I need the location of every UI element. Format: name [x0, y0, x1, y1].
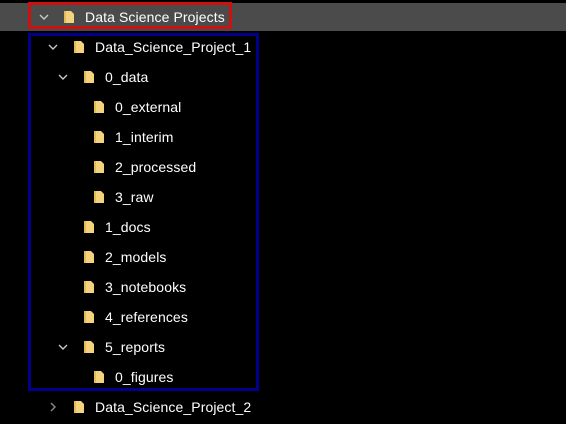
tree-item-0-external[interactable]: 0_external	[0, 94, 566, 120]
folder-icon	[92, 370, 106, 384]
chevron-right-icon[interactable]	[45, 394, 61, 420]
tree-item-label: Data_Science_Project_2	[95, 399, 252, 415]
chevron-down-icon[interactable]	[36, 3, 52, 31]
tree-item-1-docs[interactable]: 1_docs	[0, 214, 566, 240]
file-tree: Data Science Projects Data_Science_Proje…	[0, 0, 566, 424]
folder-icon	[92, 100, 106, 114]
tree-item-2-processed[interactable]: 2_processed	[0, 154, 566, 180]
tree-item-0-data[interactable]: 0_data	[0, 64, 566, 90]
folder-icon	[92, 160, 106, 174]
tree-item-label: 2_processed	[115, 159, 197, 175]
tree-item-2-models[interactable]: 2_models	[0, 244, 566, 270]
tree-item-label: 0_figures	[115, 369, 174, 385]
tree-item-label: 1_docs	[105, 219, 151, 235]
folder-icon	[82, 280, 96, 294]
tree-item-label: Data_Science_Project_1	[95, 39, 252, 55]
tree-item-label: 1_interim	[115, 129, 174, 145]
tree-item-data-science-projects[interactable]: Data Science Projects	[0, 3, 566, 31]
tree-item-3-raw[interactable]: 3_raw	[0, 184, 566, 210]
chevron-down-icon[interactable]	[55, 64, 71, 90]
folder-icon	[92, 130, 106, 144]
folder-icon	[62, 10, 76, 24]
folder-icon	[82, 340, 96, 354]
tree-item-label: 0_data	[105, 69, 149, 85]
chevron-down-icon[interactable]	[45, 34, 61, 60]
folder-icon	[82, 310, 96, 324]
tree-item-label: 2_models	[105, 249, 167, 265]
folder-icon	[72, 40, 86, 54]
tree-item-data-science-project-1[interactable]: Data_Science_Project_1	[0, 34, 566, 60]
tree-item-label: 0_external	[115, 99, 182, 115]
folder-icon	[72, 400, 86, 414]
tree-item-data-science-project-2[interactable]: Data_Science_Project_2	[0, 394, 566, 420]
tree-item-label: 3_raw	[115, 189, 154, 205]
folder-icon	[82, 70, 96, 84]
tree-item-0-figures[interactable]: 0_figures	[0, 364, 566, 390]
tree-item-5-reports[interactable]: 5_reports	[0, 334, 566, 360]
folder-icon	[92, 190, 106, 204]
folder-icon	[82, 220, 96, 234]
folder-icon	[82, 250, 96, 264]
tree-item-label: 5_reports	[105, 339, 166, 355]
tree-item-label: Data Science Projects	[85, 9, 225, 25]
tree-item-label: 3_notebooks	[105, 279, 187, 295]
tree-item-4-references[interactable]: 4_references	[0, 304, 566, 330]
tree-item-label: 4_references	[105, 309, 188, 325]
chevron-down-icon[interactable]	[55, 334, 71, 360]
tree-item-3-notebooks[interactable]: 3_notebooks	[0, 274, 566, 300]
tree-item-1-interim[interactable]: 1_interim	[0, 124, 566, 150]
